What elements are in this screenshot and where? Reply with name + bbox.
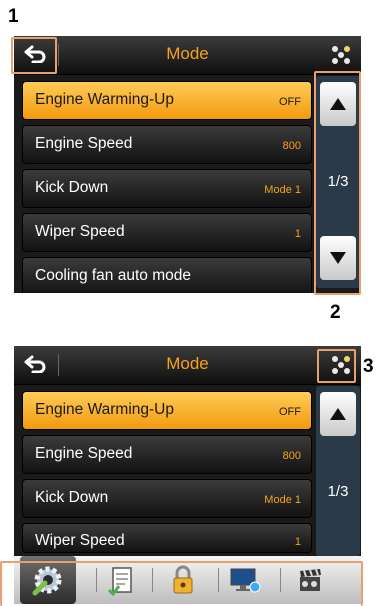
item-value: 800 xyxy=(282,140,301,152)
item-value: OFF xyxy=(279,406,301,418)
item-label: Cooling fan auto mode xyxy=(35,267,191,284)
list-item-engine-speed[interactable]: Engine Speed 800 xyxy=(22,435,312,474)
settings-list: Engine Warming-Up OFF Engine Speed 800 K… xyxy=(22,76,312,293)
item-label: Kick Down xyxy=(35,179,109,196)
highlight-dots-menu xyxy=(317,349,356,383)
list-item-engine-speed[interactable]: Engine Speed 800 xyxy=(22,125,312,164)
page-indicator: 1/3 xyxy=(327,483,349,500)
callout-1: 1 xyxy=(8,6,19,27)
item-label: Wiper Speed xyxy=(35,223,125,240)
highlight-back-button xyxy=(11,37,57,74)
list-item-engine-warming-up[interactable]: Engine Warming-Up OFF xyxy=(22,81,312,120)
list-item-wiper-speed[interactable]: Wiper Speed 1 xyxy=(22,523,312,553)
item-label: Engine Speed xyxy=(35,445,133,462)
list-item-kick-down[interactable]: Kick Down Mode 1 xyxy=(22,169,312,208)
item-label: Engine Speed xyxy=(35,135,133,152)
dots-menu-icon[interactable] xyxy=(329,43,353,67)
callout-3: 3 xyxy=(363,356,374,377)
item-value: Mode 1 xyxy=(264,184,301,196)
settings-list: Engine Warming-Up OFF Engine Speed 800 K… xyxy=(22,386,312,553)
item-label: Engine Warming-Up xyxy=(35,401,174,418)
mode-screen-1: Mode Engine Warming-Up OFF Engine Speed … xyxy=(14,36,361,293)
up-arrow-icon xyxy=(330,408,346,420)
page-title: Mode xyxy=(166,354,209,373)
item-value: 1 xyxy=(294,228,301,240)
item-value: 800 xyxy=(282,450,301,462)
scroll-up-button[interactable] xyxy=(320,392,356,436)
callout-2: 2 xyxy=(330,302,341,323)
item-label: Wiper Speed xyxy=(35,532,125,549)
item-value: OFF xyxy=(279,96,301,108)
item-label: Kick Down xyxy=(35,489,109,506)
list-item-cooling-fan-auto-mode[interactable]: Cooling fan auto mode xyxy=(22,257,312,293)
item-value: 1 xyxy=(294,536,301,548)
highlight-bottom-dock xyxy=(0,561,363,606)
title-bar: Mode xyxy=(14,346,361,385)
title-bar: Mode xyxy=(14,36,361,75)
page-title: Mode xyxy=(166,44,209,63)
list-item-wiper-speed[interactable]: Wiper Speed 1 xyxy=(22,213,312,252)
scroll-panel: 1/3 xyxy=(316,386,360,556)
list-item-engine-warming-up[interactable]: Engine Warming-Up OFF xyxy=(22,391,312,430)
list-item-kick-down[interactable]: Kick Down Mode 1 xyxy=(22,479,312,518)
item-value: Mode 1 xyxy=(264,494,301,506)
highlight-scroll-panel xyxy=(314,71,361,295)
item-label: Engine Warming-Up xyxy=(35,91,174,108)
